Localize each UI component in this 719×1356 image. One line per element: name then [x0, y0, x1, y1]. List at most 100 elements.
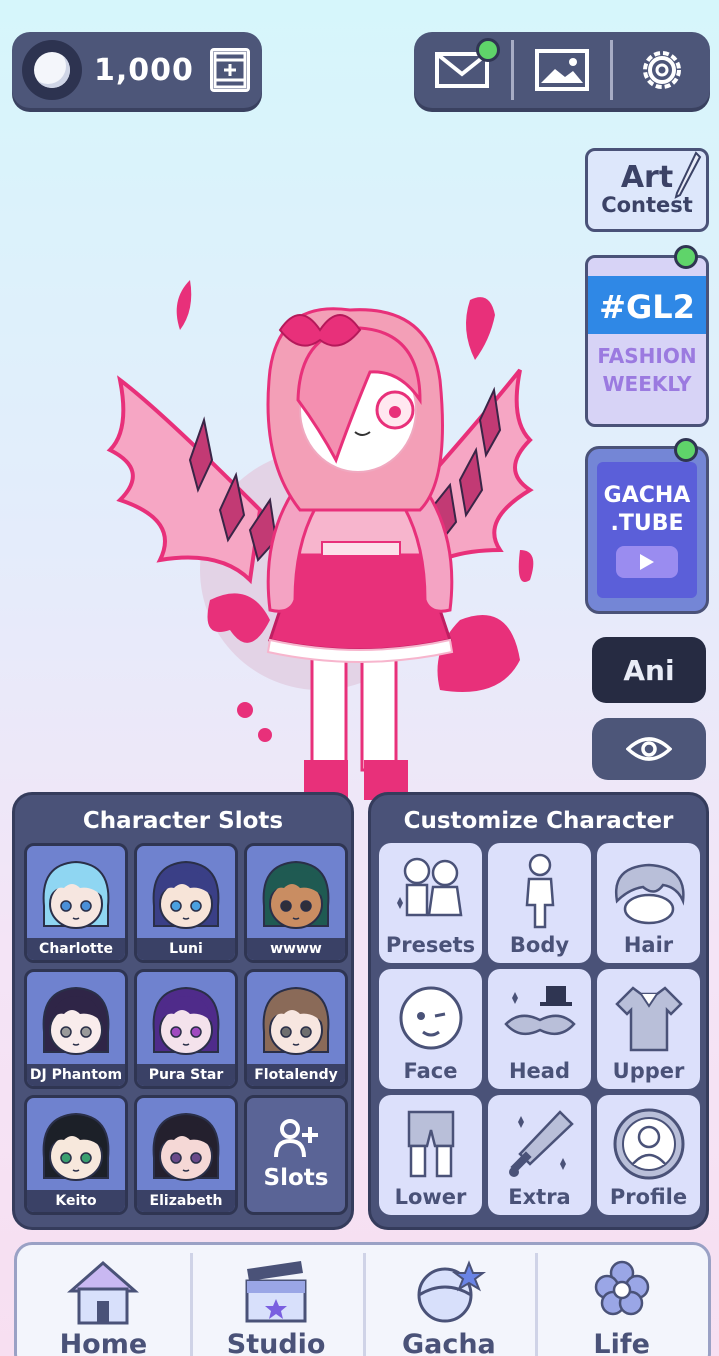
character-avatar-icon	[262, 860, 330, 929]
flower-icon	[594, 1260, 649, 1316]
face-label: Face	[403, 1059, 458, 1083]
gl2-notification-dot	[674, 245, 698, 269]
character-slots-title: Character Slots	[82, 808, 284, 834]
film-plus-icon	[213, 51, 247, 89]
eye-icon	[626, 737, 672, 761]
add-user-icon	[274, 1119, 318, 1158]
upper-button[interactable]: Upper	[597, 969, 700, 1089]
face-button[interactable]: Face	[379, 969, 482, 1089]
nav-gacha[interactable]: Gacha	[362, 1245, 536, 1356]
character-slot[interactable]: Flotalendy	[244, 969, 348, 1089]
lower-button[interactable]: Lower	[379, 1095, 482, 1215]
character-preview[interactable]	[100, 260, 560, 800]
settings-button[interactable]	[613, 32, 710, 108]
pants-icon	[407, 1110, 454, 1178]
toggle-visibility-button[interactable]	[592, 718, 706, 780]
character-slot-name: Keito	[27, 1190, 125, 1212]
character-avatar-icon	[152, 860, 220, 929]
character-slot[interactable]: Pura Star	[134, 969, 238, 1089]
tube-label: .TUBE	[610, 511, 684, 536]
weekly-label: WEEKLY	[602, 372, 692, 396]
add-slots-button[interactable]: Slots	[244, 1095, 348, 1215]
gl2-tag: #GL2	[588, 276, 706, 334]
character-avatar-icon	[42, 860, 110, 929]
add-slots-label: Slots	[263, 1165, 329, 1191]
sword-icon	[508, 1110, 574, 1177]
hair-label: Hair	[623, 933, 674, 957]
customize-character-panel: Customize Character Presets Body Hair Fa…	[368, 792, 709, 1230]
gacha-ball-icon	[417, 1260, 486, 1323]
gacha-tube-notification-dot	[674, 438, 698, 462]
head-button[interactable]: Head	[488, 969, 591, 1089]
body-button[interactable]: Body	[488, 843, 591, 963]
nav-studio-label: Studio	[226, 1329, 326, 1356]
art-contest-button[interactable]: Art Contest	[585, 148, 709, 232]
character-avatar-icon	[262, 986, 330, 1055]
play-icon	[616, 546, 678, 578]
profile-icon	[613, 1108, 684, 1180]
hair-button[interactable]: Hair	[597, 843, 700, 963]
nav-gacha-label: Gacha	[401, 1329, 496, 1356]
currency-display: 1,000	[12, 32, 262, 108]
add-gems-button[interactable]	[209, 48, 250, 92]
customize-character-title: Customize Character	[403, 808, 674, 834]
hair-icon	[614, 863, 685, 925]
extra-button[interactable]: Extra	[488, 1095, 591, 1215]
character-slot-name: Flotalendy	[247, 1064, 345, 1086]
character-slot-name: wwww	[247, 938, 345, 960]
character-slot[interactable]: Charlotte	[24, 843, 128, 963]
shirt-icon	[614, 986, 683, 1052]
image-icon	[534, 49, 589, 91]
presets-label: Presets	[385, 933, 476, 957]
character-slot[interactable]: Luni	[134, 843, 238, 963]
gacha-tube-button[interactable]: GACHA .TUBE	[585, 446, 709, 614]
presets-button[interactable]: Presets	[379, 843, 482, 963]
character-slot-name: Charlotte	[27, 938, 125, 960]
nav-studio[interactable]: Studio	[189, 1245, 363, 1356]
head-label: Head	[508, 1059, 571, 1083]
character-slots-panel: Character Slots Charlotte Luni wwww DJ P…	[12, 792, 354, 1230]
fashion-label: FASHION	[597, 344, 697, 368]
profile-button[interactable]: Profile	[597, 1095, 700, 1215]
character-slot-name: DJ Phantom	[27, 1064, 125, 1086]
character-avatar-icon	[152, 986, 220, 1055]
lower-label: Lower	[394, 1185, 467, 1209]
gacha-tube-label: GACHA	[603, 483, 691, 508]
top-toolbar	[414, 32, 710, 108]
head-accessory-icon	[503, 986, 576, 1036]
art-contest-label: Art	[620, 160, 674, 195]
extra-label: Extra	[508, 1185, 571, 1209]
character-slot[interactable]: DJ Phantom	[24, 969, 128, 1089]
character-slot[interactable]: wwww	[244, 843, 348, 963]
nav-home-label: Home	[59, 1329, 148, 1356]
character-avatar-icon	[42, 1112, 110, 1181]
body-icon	[525, 853, 554, 929]
character-slot[interactable]: Keito	[24, 1095, 128, 1215]
mail-button[interactable]	[414, 32, 511, 108]
gallery-button[interactable]	[514, 32, 611, 108]
nav-life[interactable]: Life	[535, 1245, 708, 1356]
notification-dot	[476, 38, 500, 62]
gem-amount: 1,000	[94, 52, 194, 88]
character-slot-name: Luni	[137, 938, 235, 960]
face-icon	[399, 986, 462, 1050]
character-slot-name: Pura Star	[137, 1064, 235, 1086]
animation-button[interactable]: Ani	[592, 637, 706, 703]
character-slot-name: Elizabeth	[137, 1190, 235, 1212]
fashion-weekly-button[interactable]: #GL2 FASHION WEEKLY	[585, 255, 709, 427]
upper-label: Upper	[612, 1059, 685, 1083]
house-icon	[67, 1261, 140, 1325]
nav-home[interactable]: Home	[17, 1245, 190, 1356]
character-slot[interactable]: Elizabeth	[134, 1095, 238, 1215]
presets-icon	[396, 857, 462, 917]
body-label: Body	[509, 933, 570, 957]
character-avatar-icon	[42, 986, 110, 1055]
character-avatar-icon	[152, 1112, 220, 1181]
gem-icon	[22, 40, 82, 100]
pencil-icon	[674, 151, 702, 199]
gear-icon	[642, 51, 681, 89]
bottom-navigation: Home Studio Gacha Life	[14, 1242, 711, 1356]
profile-label: Profile	[609, 1185, 688, 1209]
nav-life-label: Life	[593, 1329, 650, 1356]
clapperboard-icon	[245, 1261, 307, 1323]
